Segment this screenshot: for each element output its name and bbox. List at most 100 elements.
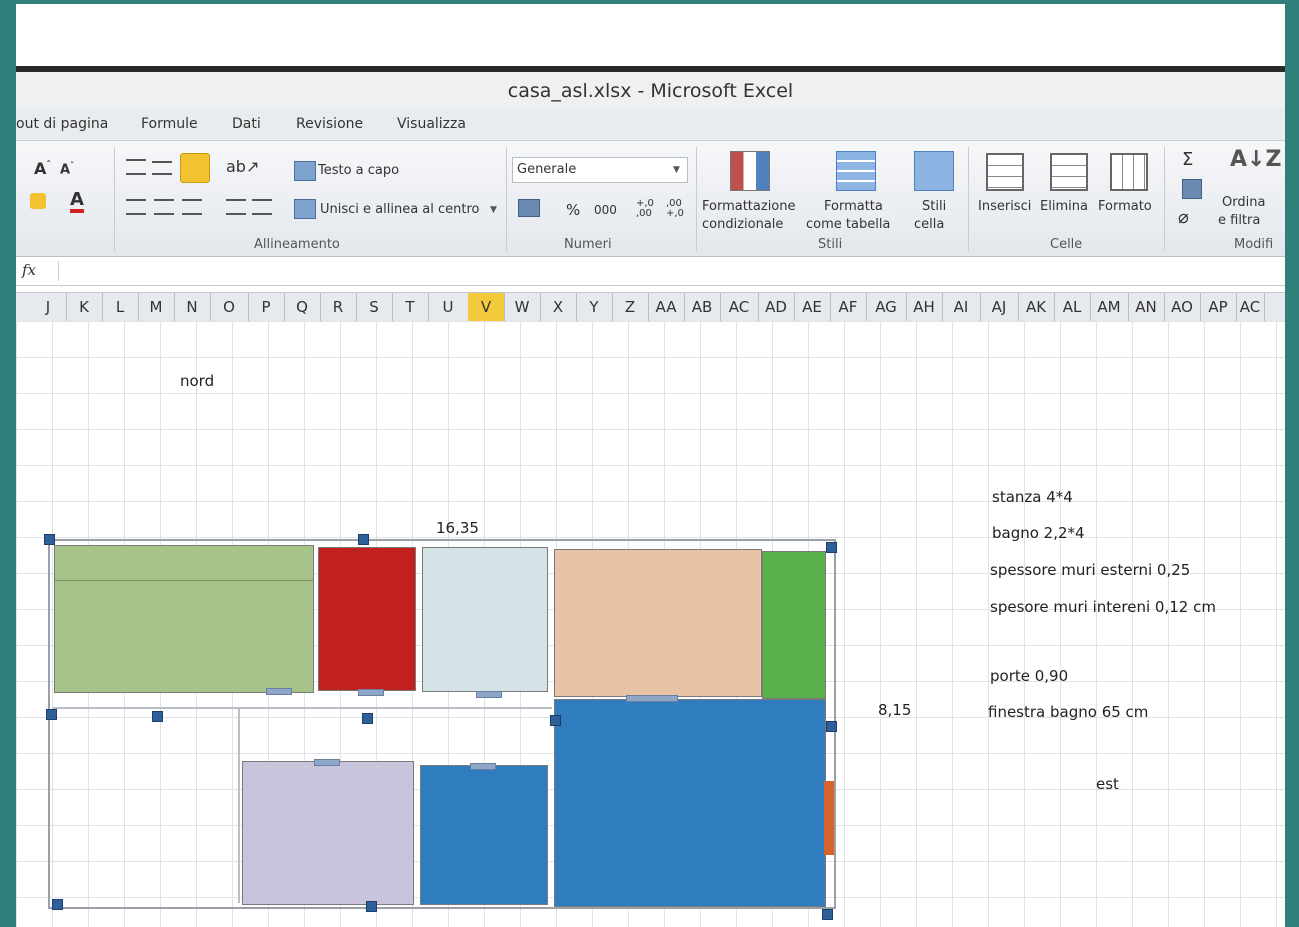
column-header-r[interactable]: R (320, 293, 357, 321)
align-middle-icon[interactable] (152, 161, 172, 175)
wrap-text-button[interactable]: Testo a capo (318, 163, 399, 178)
conditional-format-button[interactable]: Formattazione (702, 199, 796, 214)
align-left-icon[interactable] (126, 199, 146, 215)
column-header-s[interactable]: S (356, 293, 393, 321)
cell-styles-button-line2[interactable]: cella (914, 217, 944, 232)
column-header-u[interactable]: U (428, 293, 469, 321)
column-header-ai[interactable]: AI (942, 293, 981, 321)
group-label-styles: Stili (818, 237, 843, 252)
tab-formulas[interactable]: Formule (141, 116, 198, 132)
chevron-down-icon[interactable]: ▼ (490, 205, 497, 215)
resize-handle[interactable] (826, 542, 837, 553)
column-header-aa[interactable]: AA (648, 293, 685, 321)
fx-icon[interactable]: fx (22, 261, 59, 281)
column-header-aj[interactable]: AJ (980, 293, 1019, 321)
merge-center-button[interactable]: Unisci e allinea al centro (320, 202, 480, 217)
cell-styles-button[interactable]: Stili (922, 199, 946, 214)
column-header-x[interactable]: X (540, 293, 577, 321)
fill-color-icon[interactable] (30, 193, 46, 209)
column-header-ab[interactable]: AB (684, 293, 721, 321)
resize-handle[interactable] (362, 713, 373, 724)
tab-view[interactable]: Visualizza (397, 116, 466, 132)
column-header-an[interactable]: AN (1128, 293, 1165, 321)
column-header-af[interactable]: AF (830, 293, 867, 321)
column-header-n[interactable]: N (174, 293, 211, 321)
room-green-light[interactable] (54, 545, 314, 693)
resize-handle[interactable] (358, 534, 369, 545)
tab-review[interactable]: Revisione (296, 116, 363, 132)
column-header-y[interactable]: Y (576, 293, 613, 321)
resize-handle[interactable] (44, 534, 55, 545)
column-header-ac[interactable]: AC (720, 293, 759, 321)
align-center-icon[interactable] (154, 199, 174, 215)
resize-handle[interactable] (826, 721, 837, 732)
conditional-format-button-line2[interactable]: condizionale (702, 217, 783, 232)
percent-button[interactable]: % (566, 201, 580, 219)
decrease-decimal-icon[interactable]: ,00 +,0 (666, 199, 684, 219)
align-right-icon[interactable] (182, 199, 202, 215)
tab-page-layout[interactable]: out di pagina (16, 116, 108, 132)
sort-filter-button[interactable]: Ordina (1222, 195, 1265, 210)
column-header-ak[interactable]: AK (1018, 293, 1055, 321)
column-header-z[interactable]: Z (612, 293, 649, 321)
decrease-indent-icon[interactable] (226, 199, 246, 215)
column-header-j[interactable]: J (30, 293, 67, 321)
resize-handle[interactable] (52, 899, 63, 910)
thousands-button[interactable]: 000 (594, 203, 617, 217)
format-table-button-line2[interactable]: come tabella (806, 217, 890, 232)
font-color-icon[interactable]: A (70, 191, 84, 213)
column-header-q[interactable]: Q (284, 293, 321, 321)
sort-filter-button-line2[interactable]: e filtra (1218, 213, 1260, 228)
increase-decimal-icon[interactable]: +,0,00 (636, 199, 654, 219)
number-format-select[interactable]: Generale ▼ (512, 157, 688, 183)
insert-button[interactable]: Inserisci (978, 199, 1031, 214)
column-header-ao[interactable]: AO (1164, 293, 1201, 321)
column-header-ae[interactable]: AE (794, 293, 831, 321)
align-bottom-icon[interactable] (180, 153, 210, 183)
column-header-ac[interactable]: AC (1236, 293, 1265, 321)
resize-handle[interactable] (366, 901, 377, 912)
resize-handle[interactable] (822, 909, 833, 920)
increase-indent-icon[interactable] (252, 199, 272, 215)
room-peach[interactable] (554, 549, 762, 697)
format-table-button[interactable]: Formatta (824, 199, 883, 214)
format-button[interactable]: Formato (1098, 199, 1152, 214)
column-header-v[interactable]: V (468, 293, 505, 321)
tab-data[interactable]: Dati (232, 116, 261, 132)
column-header-p[interactable]: P (248, 293, 285, 321)
shrink-font-icon[interactable]: Aˇ (60, 161, 74, 177)
align-top-icon[interactable] (126, 159, 146, 175)
resize-handle[interactable] (46, 709, 57, 720)
column-header-ah[interactable]: AH (906, 293, 943, 321)
grow-font-icon[interactable]: Aˆ (34, 159, 51, 178)
wrap-text-icon[interactable] (294, 161, 316, 181)
column-header-k[interactable]: K (66, 293, 103, 321)
column-header-w[interactable]: W (504, 293, 541, 321)
currency-icon[interactable] (518, 199, 540, 217)
formula-input[interactable] (60, 257, 1285, 285)
column-header-ag[interactable]: AG (866, 293, 907, 321)
column-header-o[interactable]: O (210, 293, 249, 321)
column-header-am[interactable]: AM (1090, 293, 1129, 321)
column-header-ad[interactable]: AD (758, 293, 795, 321)
column-header-m[interactable]: M (138, 293, 175, 321)
room-red[interactable] (318, 547, 416, 691)
room-lavender[interactable] (242, 761, 414, 905)
merge-center-icon[interactable] (294, 199, 316, 219)
column-header-l[interactable]: L (102, 293, 139, 321)
column-header-t[interactable]: T (392, 293, 429, 321)
autosum-icon[interactable]: Σ (1182, 149, 1193, 170)
room-blue-small[interactable] (420, 765, 548, 905)
column-header-al[interactable]: AL (1054, 293, 1091, 321)
resize-handle[interactable] (550, 715, 561, 726)
clear-icon[interactable]: ⌀ (1178, 207, 1189, 228)
resize-handle[interactable] (152, 711, 163, 722)
fill-icon[interactable] (1182, 179, 1202, 199)
room-pale-blue[interactable] (422, 547, 548, 692)
column-header-ap[interactable]: AP (1200, 293, 1237, 321)
orientation-icon[interactable]: ab↗ (226, 157, 259, 176)
worksheet-grid[interactable]: nord 16,35 8,15 est stanza 4*4 bagno 2,2… (16, 321, 1285, 927)
room-blue-large[interactable] (554, 699, 826, 907)
room-green[interactable] (762, 551, 826, 699)
delete-button[interactable]: Elimina (1040, 199, 1088, 214)
